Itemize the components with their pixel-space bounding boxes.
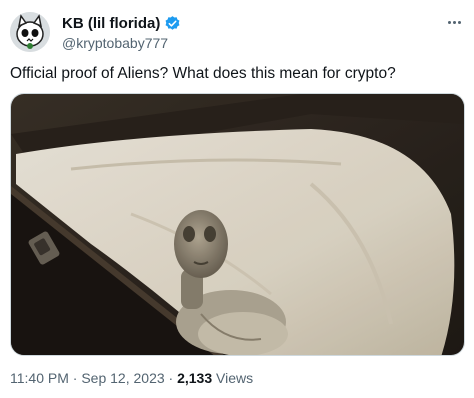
handle[interactable]: @kryptobaby777 [62,35,168,51]
tweet: KB (lil florida) @kryptobaby777 Official… [0,0,474,398]
more-options-icon[interactable] [444,14,464,30]
meta-separator: · [164,370,178,386]
views-label: Views [212,370,254,386]
display-name[interactable]: KB (lil florida) [62,15,160,32]
name-line: KB (lil florida) [62,15,181,32]
tweet-text: Official proof of Aliens? What does this… [10,65,396,82]
skull-cat-avatar-icon [10,12,50,52]
views-count: 2,133 [177,370,213,386]
verified-badge-icon [164,15,181,32]
tweet-header: KB (lil florida) @kryptobaby777 [10,12,464,52]
tweet-meta: 11:40 PM · Sep 12, 2023 · 2,133 Views [10,370,253,386]
avatar[interactable] [10,12,50,52]
alien-in-coffin-image [11,94,464,355]
tweet-time[interactable]: 11:40 PM [10,370,69,386]
tweet-media-image[interactable] [10,93,465,356]
meta-separator: · [68,370,82,386]
tweet-date[interactable]: Sep 12, 2023 [81,370,164,386]
